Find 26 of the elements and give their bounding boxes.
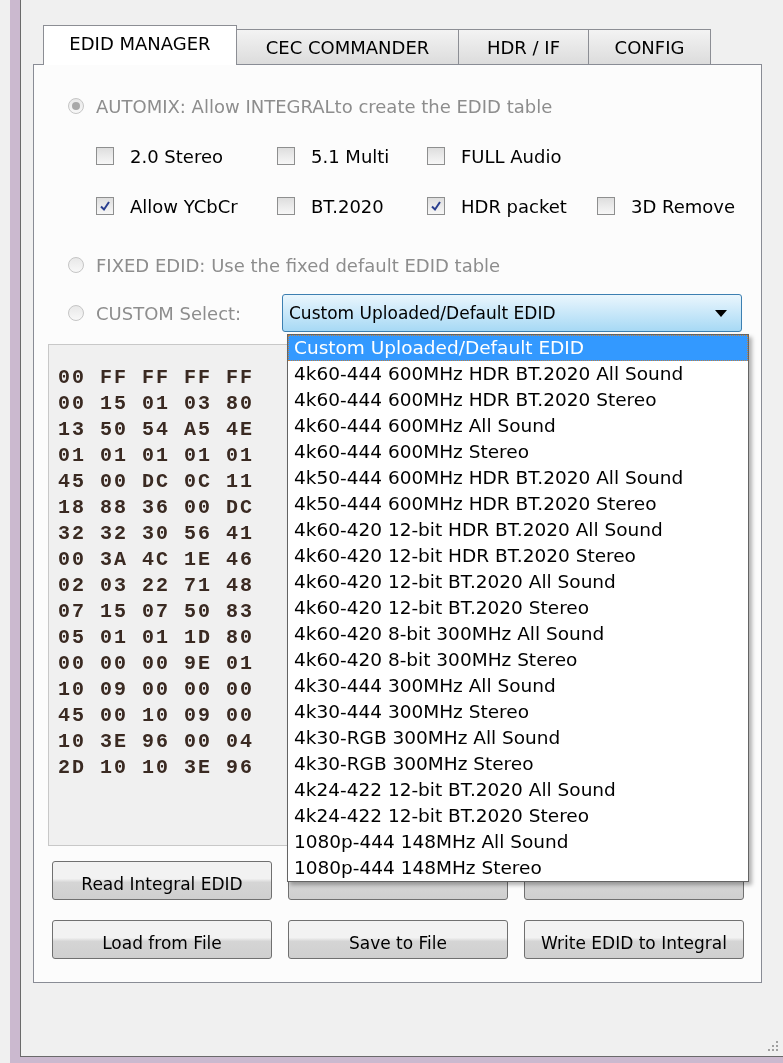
hex-line: 00 3A 4C 1E 46 <box>58 547 255 573</box>
hex-line: 45 00 10 09 00 <box>58 703 255 729</box>
hex-line: 18 88 36 00 DC <box>58 495 255 521</box>
checkbox-label: Allow YCbCr <box>130 195 238 217</box>
hex-line: 10 09 00 00 00 <box>58 677 255 703</box>
checkbox-label: BT.2020 <box>311 195 384 217</box>
hex-line: 00 00 00 9E 01 <box>58 651 255 677</box>
hex-line: 45 00 DC 0C 11 <box>58 469 255 495</box>
hex-line: 01 01 01 01 01 <box>58 443 255 469</box>
hex-line: 00 FF FF FF FF <box>58 365 255 391</box>
hex-line: 2D 10 10 3E 96 <box>58 755 255 781</box>
radio-label: CUSTOM Select: <box>96 302 243 324</box>
checkbox-label: 3D Remove <box>631 195 736 217</box>
hex-line: 05 01 01 1D 80 <box>58 625 255 651</box>
hex-line: 10 3E 96 00 04 <box>58 729 255 755</box>
checkbox-label: HDR packet <box>461 195 567 217</box>
hex-line: 13 50 54 A5 4E <box>58 417 255 443</box>
radio-label: AUTOMIX: Allow INTEGRALto create the EDID table <box>96 95 553 117</box>
checkbox-label: 2.0 Stereo <box>130 145 223 167</box>
hex-line: 02 03 22 71 48 <box>58 573 255 599</box>
checkbox-label: FULL Audio <box>461 145 562 167</box>
checkbox-label: 5.1 Multi <box>311 145 390 167</box>
radio-label: FIXED EDID: Use the fixed default EDID table <box>96 254 501 276</box>
hex-line: 07 15 07 50 83 <box>58 599 255 625</box>
hex-line: 32 32 30 56 41 <box>58 521 255 547</box>
hex-line: 00 15 01 03 80 <box>58 391 255 417</box>
